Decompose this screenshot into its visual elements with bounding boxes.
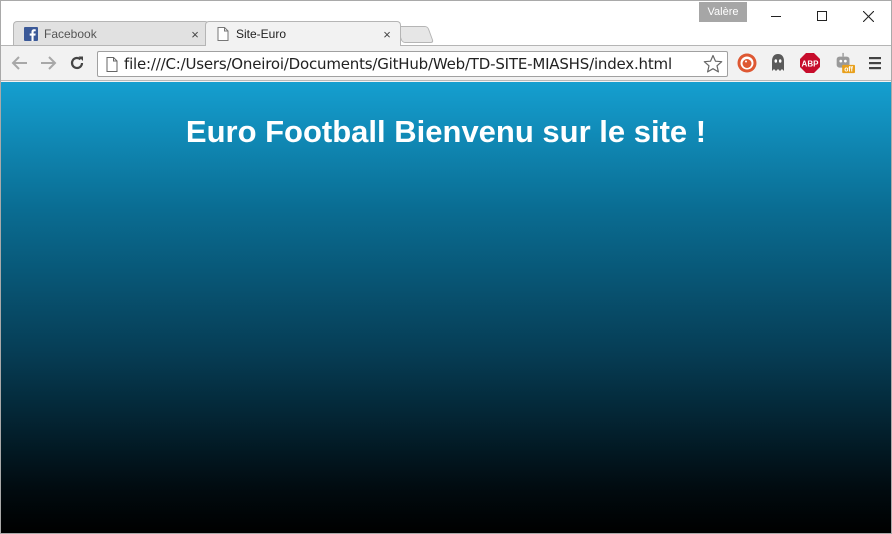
facebook-icon <box>24 27 38 41</box>
tab-close-button[interactable]: × <box>186 27 204 42</box>
tab-close-button[interactable]: × <box>378 27 396 42</box>
close-icon <box>862 10 874 22</box>
browser-window: Facebook × Site-Euro × Valère file:///C:… <box>0 0 892 534</box>
ghostery-extension-icon[interactable] <box>767 52 789 74</box>
robot-extension-icon[interactable]: off <box>833 52 855 74</box>
arrow-right-icon <box>41 56 57 70</box>
duckduckgo-extension-icon[interactable] <box>736 52 758 74</box>
robot-badge: off <box>844 67 853 74</box>
profile-badge[interactable]: Valère <box>699 2 747 22</box>
minimize-icon <box>771 16 781 17</box>
back-button[interactable] <box>9 52 31 74</box>
star-icon[interactable] <box>701 52 725 76</box>
page-heading: Euro Football Bienvenu sur le site ! <box>185 114 707 149</box>
minimize-button[interactable] <box>753 1 799 31</box>
tab-site-euro[interactable]: Site-Euro × <box>205 21 401 46</box>
browser-toolbar: file:///C:/Users/Oneiroi/Documents/GitHu… <box>1 45 891 81</box>
url-text[interactable]: file:///C:/Users/Oneiroi/Documents/GitHu… <box>124 55 701 73</box>
tab-label: Site-Euro <box>236 27 287 41</box>
arrow-left-icon <box>11 56 27 70</box>
new-tab-button[interactable] <box>395 26 435 43</box>
forward-button[interactable] <box>37 52 59 74</box>
tab-strip: Facebook × Site-Euro × Valère <box>1 1 891 46</box>
address-bar[interactable]: file:///C:/Users/Oneiroi/Documents/GitHu… <box>97 51 728 77</box>
maximize-button[interactable] <box>799 1 845 31</box>
tab-facebook[interactable]: Facebook × <box>13 21 209 46</box>
reload-icon <box>70 56 84 70</box>
maximize-icon <box>817 11 827 21</box>
reload-button[interactable] <box>66 52 88 74</box>
page-icon <box>105 56 119 72</box>
menu-icon[interactable] <box>864 52 886 74</box>
tab-label: Facebook <box>44 27 97 41</box>
page-viewport: Euro Football Bienvenu sur le site ! <box>1 82 891 533</box>
abp-label: ABP <box>802 59 820 68</box>
page-icon <box>216 27 230 41</box>
close-window-button[interactable] <box>845 1 891 31</box>
adblock-plus-extension-icon[interactable]: ABP <box>799 52 821 74</box>
